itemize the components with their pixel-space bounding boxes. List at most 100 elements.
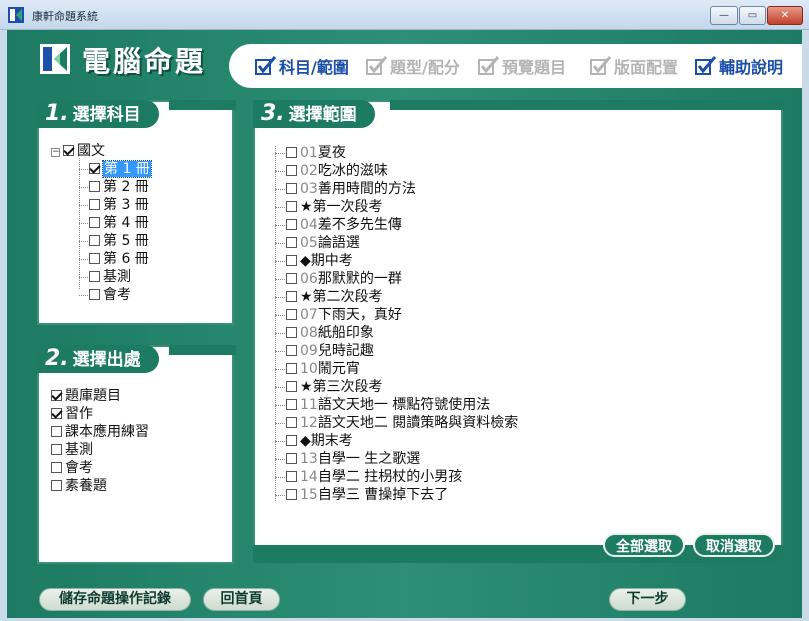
- checkbox[interactable]: [286, 147, 297, 158]
- checkbox[interactable]: [286, 201, 297, 212]
- range-item[interactable]: ★第二次段考: [286, 288, 383, 306]
- step-subject-range[interactable]: 科目/範圍: [255, 54, 349, 78]
- source-option[interactable]: 題庫題目: [51, 387, 121, 405]
- step-label: 題型/配分: [390, 58, 460, 77]
- range-item[interactable]: 01夏夜: [286, 144, 346, 162]
- checkbox[interactable]: [51, 390, 62, 401]
- panel-title: 選擇範圍: [288, 105, 357, 125]
- minimize-button[interactable]: —: [710, 6, 738, 25]
- range-item[interactable]: 07下雨天，真好: [286, 306, 402, 324]
- step-help[interactable]: 輔助說明: [695, 54, 783, 78]
- checkbox[interactable]: [286, 165, 297, 176]
- tree-guide: [275, 153, 285, 154]
- next-button[interactable]: 下一步: [609, 588, 686, 611]
- tree-guide: [275, 315, 285, 316]
- checkmark-icon: [366, 56, 388, 75]
- range-item[interactable]: 14自學二 拄枴杖的小男孩: [286, 468, 462, 486]
- checkbox[interactable]: [89, 289, 100, 300]
- range-item[interactable]: 02吃冰的滋味: [286, 162, 388, 180]
- checkbox[interactable]: [286, 453, 297, 464]
- step-layout[interactable]: 版面配置: [590, 54, 678, 78]
- range-item[interactable]: 15自學三 曹操掉下去了: [286, 486, 448, 504]
- checkbox[interactable]: [89, 181, 100, 192]
- checkbox[interactable]: [89, 253, 100, 264]
- maximize-button[interactable]: ▭: [739, 6, 766, 25]
- range-item[interactable]: 06那默默的一群: [286, 270, 402, 288]
- checkbox[interactable]: [51, 444, 62, 455]
- source-option[interactable]: 會考: [51, 459, 93, 477]
- tree-item-volume[interactable]: 第 3 冊: [89, 196, 149, 214]
- range-item[interactable]: 10鬧元宵: [286, 360, 360, 378]
- checkbox[interactable]: [286, 237, 297, 248]
- tree-item-volume[interactable]: 第 2 冊: [89, 178, 149, 196]
- checkbox[interactable]: [286, 489, 297, 500]
- source-option[interactable]: 習作: [51, 405, 93, 423]
- panel-header-bar: [390, 100, 785, 110]
- select-all-button[interactable]: 全部選取: [603, 533, 685, 557]
- checkbox[interactable]: [286, 183, 297, 194]
- range-item[interactable]: 11語文天地一 標點符號使用法: [286, 396, 490, 414]
- save-log-button[interactable]: 儲存命題操作記錄: [39, 588, 191, 611]
- checkbox[interactable]: [286, 381, 297, 392]
- tree-item-volume[interactable]: 基測: [89, 268, 131, 286]
- step-question-type[interactable]: 題型/配分: [366, 54, 460, 78]
- range-item[interactable]: 03善用時間的方法: [286, 180, 416, 198]
- range-item[interactable]: ◆期末考: [286, 432, 353, 450]
- close-button[interactable]: ✕: [767, 6, 803, 25]
- checkbox[interactable]: [51, 426, 62, 437]
- tree-item-volume[interactable]: 會考: [89, 286, 131, 304]
- range-item[interactable]: ★第三次段考: [286, 378, 383, 396]
- range-item[interactable]: 04差不多先生傳: [286, 216, 402, 234]
- checkbox[interactable]: [286, 363, 297, 374]
- checkbox[interactable]: [286, 471, 297, 482]
- panel-header-bar: [169, 345, 236, 355]
- checkbox[interactable]: [89, 163, 100, 174]
- deselect-all-button[interactable]: 取消選取: [693, 533, 775, 557]
- tree-item-volume[interactable]: 第 1 冊: [89, 160, 152, 178]
- tree-item-label: 第 6 冊: [103, 251, 149, 267]
- step-preview[interactable]: 預覽題目: [478, 54, 566, 78]
- tree-root-chinese[interactable]: − 國文: [51, 142, 105, 160]
- tree-item-volume[interactable]: 第 5 冊: [89, 232, 149, 250]
- collapse-icon[interactable]: −: [51, 148, 60, 157]
- source-option-label: 會考: [65, 460, 93, 476]
- checkbox[interactable]: [286, 309, 297, 320]
- tree-item-volume[interactable]: 第 6 冊: [89, 250, 149, 268]
- app-window: 電腦命題 科目/範圍 題型/配分 預覽題目 版面配置 輔助說明 1. 選擇科目 −…: [7, 30, 802, 618]
- checkbox[interactable]: [286, 399, 297, 410]
- range-item[interactable]: 12語文天地二 閱讀策略與資料檢索: [286, 414, 518, 432]
- lesson-label: 語文天地一 標點符號使用法: [317, 397, 491, 413]
- checkbox[interactable]: [89, 235, 100, 246]
- checkbox[interactable]: [286, 435, 297, 446]
- checkbox[interactable]: [286, 327, 297, 338]
- source-option[interactable]: 課本應用練習: [51, 423, 149, 441]
- app-title: 電腦命題: [82, 45, 207, 78]
- checkbox[interactable]: [51, 408, 62, 419]
- checkbox[interactable]: [286, 291, 297, 302]
- source-option[interactable]: 素養題: [51, 477, 107, 495]
- checkbox[interactable]: [286, 417, 297, 428]
- range-item[interactable]: 09兒時記趣: [286, 342, 374, 360]
- checkbox[interactable]: [89, 199, 100, 210]
- checkbox[interactable]: [51, 462, 62, 473]
- lesson-label: 差不多先生傳: [317, 217, 402, 233]
- range-item[interactable]: 08紙船印象: [286, 324, 374, 342]
- tree-guide: [275, 297, 285, 298]
- source-option[interactable]: 基測: [51, 441, 93, 459]
- range-item[interactable]: 13自學一 生之歌選: [286, 450, 420, 468]
- checkbox[interactable]: [286, 273, 297, 284]
- checkbox[interactable]: [286, 219, 297, 230]
- tree-item-label: 基測: [103, 269, 131, 285]
- checkbox[interactable]: [51, 480, 62, 491]
- home-button[interactable]: 回首頁: [203, 588, 280, 611]
- checkbox[interactable]: [63, 145, 74, 156]
- checkbox[interactable]: [89, 217, 100, 228]
- checkbox[interactable]: [286, 255, 297, 266]
- range-item[interactable]: 05論語選: [286, 234, 360, 252]
- lesson-number: 12: [300, 415, 318, 431]
- range-item[interactable]: ◆期中考: [286, 252, 353, 270]
- tree-item-volume[interactable]: 第 4 冊: [89, 214, 149, 232]
- checkbox[interactable]: [89, 271, 100, 282]
- checkbox[interactable]: [286, 345, 297, 356]
- range-item[interactable]: ★第一次段考: [286, 198, 383, 216]
